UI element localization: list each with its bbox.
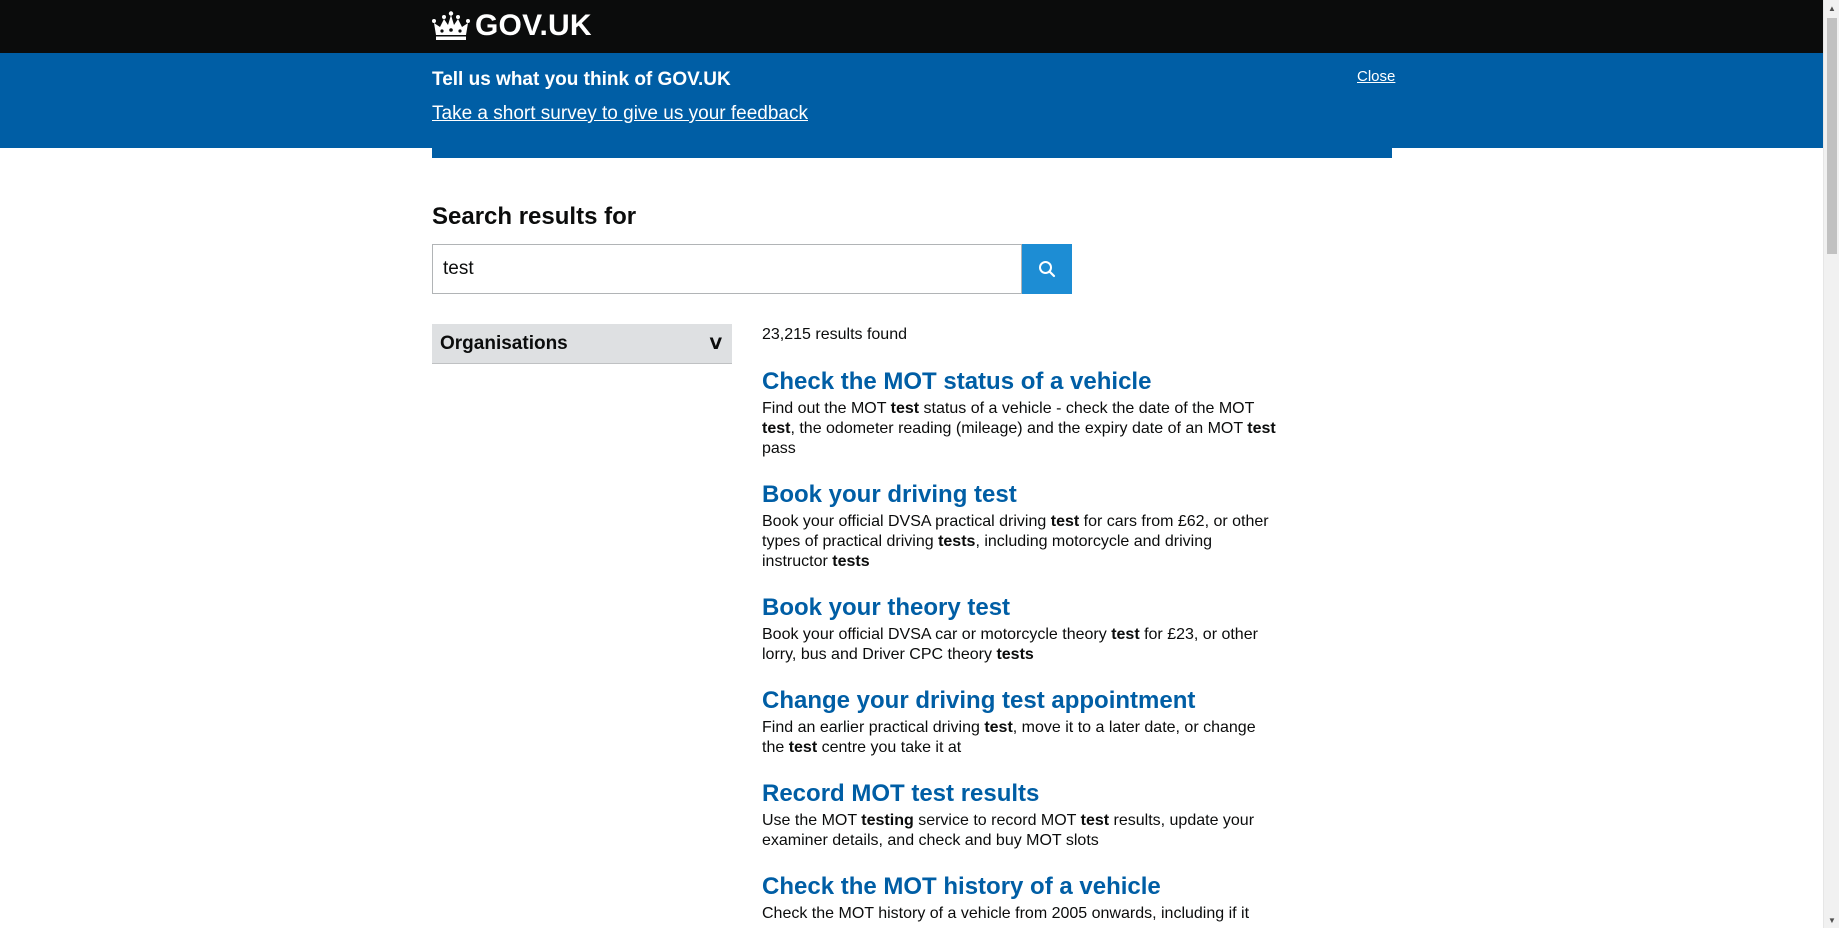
highlighted-term: test [788,739,818,756]
filter-label: Organisations [440,332,568,354]
survey-title: Tell us what you think of GOV.UK [432,69,731,90]
result-title-link[interactable]: Change your driving test appointment [762,686,1282,716]
result-title-link[interactable]: Record MOT test results [762,779,1282,809]
highlighted-term: test [1247,420,1276,437]
highlighted-term: tests [938,533,976,550]
description-text: centre you take it at [817,739,962,756]
list-item: Check the MOT status of a vehicle Find o… [762,367,1282,459]
highlighted-term: test [984,719,1013,736]
description-text: Use the MOT [762,812,862,829]
survey-close-link[interactable]: Close [1357,68,1395,85]
list-item: Book your driving test Book your officia… [762,480,1282,572]
scroll-thumb[interactable] [1827,18,1837,254]
highlighted-term: test [1050,513,1080,530]
highlighted-term: test [1111,626,1140,643]
highlighted-term: testing [861,812,914,829]
highlighted-term: test [890,400,920,417]
site-header: GOV.UK [0,0,1823,53]
page-scrollbar[interactable]: ▲ ▼ [1823,0,1839,928]
result-list: Check the MOT status of a vehicle Find o… [762,367,1282,924]
list-item: Book your theory test Book your official… [762,593,1282,665]
description-text: Check the MOT history of a vehicle from … [762,905,1250,922]
crown-icon [432,11,470,40]
description-text: Book your official DVSA car or motorcycl… [762,626,1112,643]
description-text: status of a vehicle - check the date of … [919,400,1255,417]
list-item: Check the MOT history of a vehicle Check… [762,872,1282,924]
organisations-filter[interactable]: Organisations V [432,324,732,364]
result-description: Check the MOT history of a vehicle from … [762,904,1282,924]
result-title-link[interactable]: Book your theory test [762,593,1282,623]
scroll-up-arrow-icon[interactable]: ▲ [1824,0,1839,16]
search-button[interactable] [1022,244,1072,294]
result-description: Find an earlier practical driving test, … [762,718,1282,758]
search-input[interactable]: test [432,244,1022,294]
result-description: Find out the MOT test status of a vehicl… [762,399,1282,459]
result-description: Book your official DVSA car or motorcycl… [762,625,1282,665]
survey-banner: Tell us what you think of GOV.UK Take a … [0,53,1823,148]
govuk-logo-text: GOV.UK [475,9,592,42]
result-description: Use the MOT testing service to record MO… [762,811,1282,851]
govuk-logo-link[interactable]: GOV.UK [432,9,592,43]
result-description: Book your official DVSA practical drivin… [762,512,1282,572]
survey-link[interactable]: Take a short survey to give us your feed… [432,103,808,125]
result-title-link[interactable]: Check the MOT history of a vehicle [762,872,1282,902]
search-results: 23,215 results found Check the MOT statu… [762,324,1282,928]
description-text: , the odometer reading (mileage) and the… [790,420,1248,437]
description-text: service to record MOT [913,812,1081,829]
search-icon [1039,261,1056,278]
chevron-down-icon: V [709,334,722,353]
highlighted-term: test [1080,812,1110,829]
page: GOV.UK Tell us what you think of GOV.UK … [0,0,1823,928]
result-count: 23,215 results found [762,326,907,343]
description-text: Find an earlier practical driving [762,719,985,736]
description-text: pass [762,440,796,457]
blue-accent-bar [432,148,1392,158]
scroll-down-arrow-icon[interactable]: ▼ [1824,912,1839,928]
list-item: Record MOT test results Use the MOT test… [762,779,1282,851]
list-item: Change your driving test appointment Fin… [762,686,1282,758]
description-text: Find out the MOT [762,400,891,417]
highlighted-term: tests [996,646,1034,663]
description-text: Book your official DVSA practical drivin… [762,513,1051,530]
highlighted-term: test [762,420,791,437]
search-heading: Search results for [432,203,637,230]
result-title-link[interactable]: Book your driving test [762,480,1282,510]
result-title-link[interactable]: Check the MOT status of a vehicle [762,367,1282,397]
highlighted-term: tests [832,553,870,570]
